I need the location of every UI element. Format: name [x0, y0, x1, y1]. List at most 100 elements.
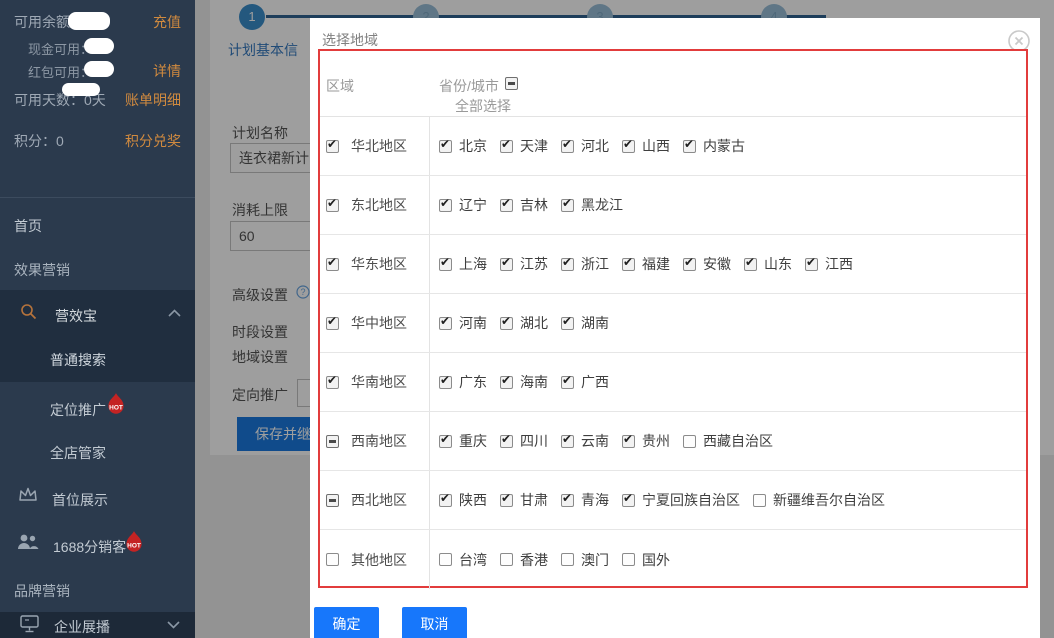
province-checkbox[interactable] — [753, 494, 766, 507]
recharge-link[interactable]: 充值 — [153, 12, 181, 32]
points-redeem-link[interactable]: 积分兑奖 — [125, 131, 181, 151]
province-label: 宁夏回族自治区 — [642, 490, 740, 510]
sidebar-item-store-manager[interactable]: 全店管家 — [50, 443, 106, 463]
province-item: 山东 — [744, 254, 792, 274]
province-label: 陕西 — [459, 490, 487, 510]
region-label: 东北地区 — [351, 195, 407, 215]
province-checkbox[interactable] — [622, 494, 635, 507]
hot-badge-text: HOT — [109, 404, 123, 411]
region-checkbox[interactable] — [326, 494, 339, 507]
province-label: 广西 — [581, 372, 609, 392]
province-item: 西藏自治区 — [683, 431, 773, 451]
province-label: 香港 — [520, 550, 548, 570]
confirm-button[interactable]: 确定 — [314, 607, 379, 638]
region-checkbox[interactable] — [326, 140, 339, 153]
province-checkbox[interactable] — [439, 435, 452, 448]
province-checkbox[interactable] — [561, 199, 574, 212]
province-checkbox[interactable] — [439, 258, 452, 271]
sidebar-item-top-display[interactable]: 首位展示 — [52, 490, 108, 510]
province-cell: 重庆四川云南贵州西藏自治区 — [430, 431, 1026, 451]
province-label: 湖南 — [581, 313, 609, 333]
province-item: 新疆维吾尔自治区 — [753, 490, 885, 510]
region-checkbox[interactable] — [326, 317, 339, 330]
province-checkbox[interactable] — [683, 435, 696, 448]
province-checkbox[interactable] — [439, 553, 452, 566]
sidebar-item-distribution[interactable]: 1688分销客 — [53, 537, 126, 557]
region-checkbox[interactable] — [326, 376, 339, 389]
enterprise-show-section[interactable]: 企业展播 — [0, 612, 195, 638]
province-checkbox[interactable] — [500, 435, 513, 448]
province-checkbox[interactable] — [622, 258, 635, 271]
bill-detail-link[interactable]: 账单明细 — [125, 90, 181, 110]
province-checkbox[interactable] — [805, 258, 818, 271]
sidebar-item-normal-search[interactable]: 普通搜索 — [50, 350, 106, 370]
province-label: 北京 — [459, 136, 487, 156]
province-checkbox[interactable] — [439, 199, 452, 212]
region-row: 西北地区 陕西甘肃青海宁夏回族自治区新疆维吾尔自治区 — [320, 471, 1026, 530]
province-checkbox[interactable] — [561, 140, 574, 153]
province-item: 台湾 — [439, 550, 487, 570]
region-checkbox[interactable] — [326, 199, 339, 212]
region-checkbox[interactable] — [326, 435, 339, 448]
province-checkbox[interactable] — [500, 553, 513, 566]
province-item: 河北 — [561, 136, 609, 156]
province-label: 福建 — [642, 254, 670, 274]
province-checkbox[interactable] — [500, 199, 513, 212]
redpacket-detail-link[interactable]: 详情 — [153, 61, 181, 81]
province-checkbox[interactable] — [683, 258, 696, 271]
province-label: 台湾 — [459, 550, 487, 570]
province-label: 四川 — [520, 431, 548, 451]
region-select-modal: 选择地域 区域 省份/城市 全部选择 华北地区北京天津河北山西内蒙古东北地区辽宁… — [310, 18, 1040, 638]
province-checkbox[interactable] — [561, 317, 574, 330]
province-checkbox[interactable] — [561, 376, 574, 389]
sidebar-item-home[interactable]: 首页 — [14, 216, 42, 236]
province-cell: 陕西甘肃青海宁夏回族自治区新疆维吾尔自治区 — [430, 490, 1026, 510]
province-checkbox[interactable] — [561, 553, 574, 566]
sidebar-item-yingxiaobao[interactable]: 营效宝 — [55, 306, 97, 326]
province-checkbox[interactable] — [500, 258, 513, 271]
province-checkbox[interactable] — [744, 258, 757, 271]
province-checkbox[interactable] — [622, 140, 635, 153]
sidebar-item-brand-marketing[interactable]: 品牌营销 — [14, 581, 70, 601]
cancel-button[interactable]: 取消 — [402, 607, 467, 638]
province-item: 重庆 — [439, 431, 487, 451]
region-table: 区域 省份/城市 全部选择 华北地区北京天津河北山西内蒙古东北地区辽宁吉林黑龙江… — [318, 49, 1028, 588]
province-item: 内蒙古 — [683, 136, 745, 156]
sidebar-divider — [0, 197, 195, 198]
province-item: 广西 — [561, 372, 609, 392]
province-checkbox[interactable] — [561, 258, 574, 271]
province-item: 上海 — [439, 254, 487, 274]
sidebar-item-targeted-promo[interactable]: 定位推广 — [50, 400, 106, 420]
redaction-blob — [84, 61, 114, 77]
province-checkbox[interactable] — [622, 553, 635, 566]
region-cell: 其他地区 — [320, 530, 430, 589]
province-checkbox[interactable] — [683, 140, 696, 153]
province-checkbox[interactable] — [561, 435, 574, 448]
collapse-all-icon[interactable] — [505, 77, 518, 90]
province-checkbox[interactable] — [500, 376, 513, 389]
province-checkbox[interactable] — [439, 140, 452, 153]
province-checkbox[interactable] — [439, 317, 452, 330]
province-checkbox[interactable] — [622, 435, 635, 448]
province-item: 四川 — [500, 431, 548, 451]
province-item: 澳门 — [561, 550, 609, 570]
province-label: 内蒙古 — [703, 136, 745, 156]
region-checkbox[interactable] — [326, 258, 339, 271]
region-label: 其他地区 — [351, 550, 407, 570]
province-checkbox[interactable] — [500, 140, 513, 153]
sidebar-item-effect-marketing[interactable]: 效果营销 — [14, 260, 70, 280]
province-checkbox[interactable] — [500, 494, 513, 507]
province-checkbox[interactable] — [500, 317, 513, 330]
region-label: 西北地区 — [351, 490, 407, 510]
search-icon — [20, 303, 37, 320]
province-checkbox[interactable] — [439, 494, 452, 507]
region-checkbox[interactable] — [326, 553, 339, 566]
province-label: 重庆 — [459, 431, 487, 451]
province-item: 天津 — [500, 136, 548, 156]
province-checkbox[interactable] — [561, 494, 574, 507]
province-checkbox[interactable] — [439, 376, 452, 389]
province-item: 海南 — [500, 372, 548, 392]
province-item: 辽宁 — [439, 195, 487, 215]
province-label: 广东 — [459, 372, 487, 392]
province-label: 湖北 — [520, 313, 548, 333]
